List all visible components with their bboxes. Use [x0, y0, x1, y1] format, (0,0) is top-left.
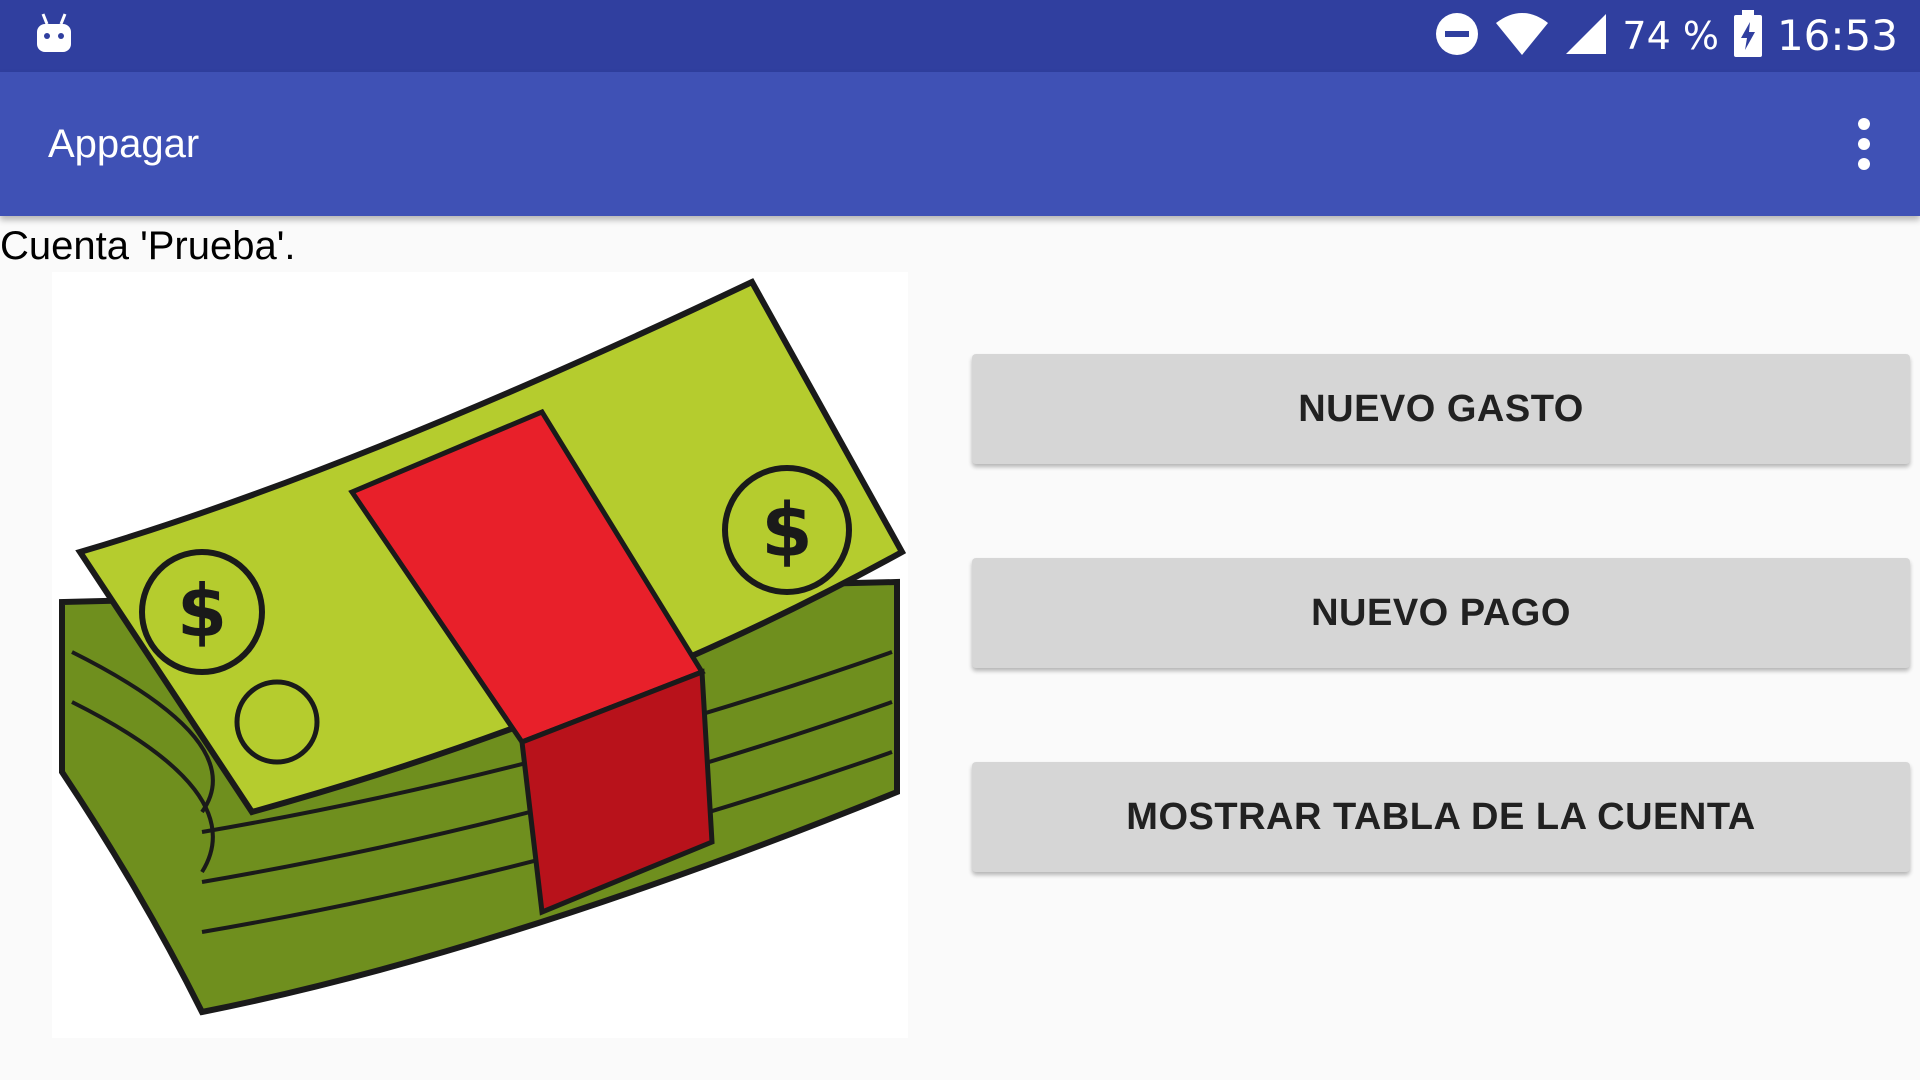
status-icons: 74 % 16:53 [1434, 0, 1898, 72]
money-stack-image: $ $ [52, 272, 908, 1038]
do-not-disturb-icon [1434, 11, 1480, 62]
new-expense-button[interactable]: NUEVO GASTO [972, 354, 1910, 464]
svg-text:$: $ [177, 569, 227, 653]
show-account-table-button[interactable]: MOSTRAR TABLA DE LA CUENTA [972, 762, 1910, 872]
account-label: Cuenta 'Prueba'. [0, 224, 296, 268]
battery-charging-icon [1733, 9, 1763, 63]
battery-percent: 74 % [1622, 14, 1719, 58]
app-title: Appagar [48, 122, 200, 166]
svg-text:$: $ [761, 488, 813, 574]
wifi-icon [1494, 11, 1550, 62]
status-bar: 74 % 16:53 [0, 0, 1920, 72]
android-debug-icon [34, 12, 74, 56]
new-payment-button[interactable]: NUEVO PAGO [972, 558, 1910, 668]
app-bar: Appagar [0, 72, 1920, 216]
clock: 16:53 [1776, 11, 1898, 60]
cell-signal-icon [1564, 12, 1608, 61]
more-vert-icon[interactable] [1832, 110, 1896, 178]
